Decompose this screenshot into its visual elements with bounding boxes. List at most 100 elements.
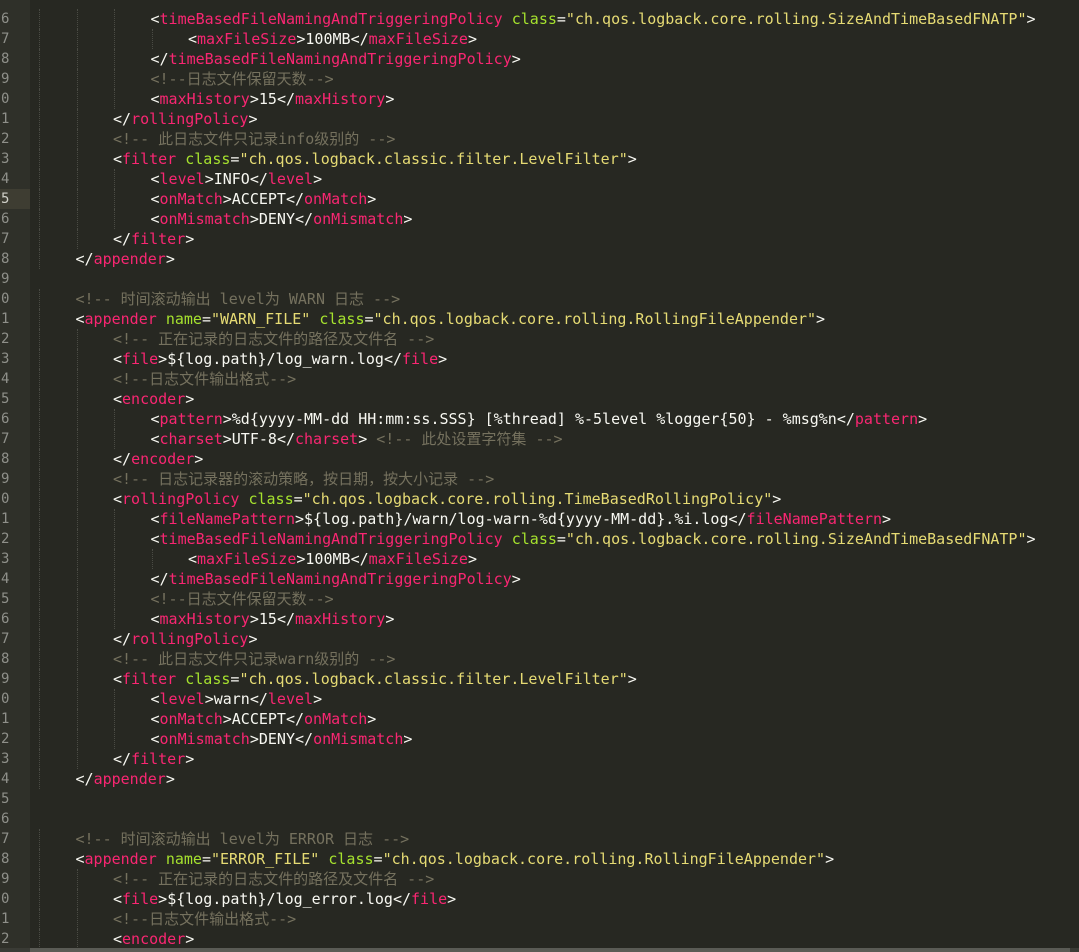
code-line[interactable]: <rollingPolicy class="ch.qos.logback.cor…	[38, 489, 1079, 509]
code-line[interactable]: <fileNamePattern>${log.path}/warn/log-wa…	[38, 509, 1079, 529]
line-number: 1	[1, 711, 10, 727]
token-br: <	[150, 190, 160, 208]
token-tag: onMismatch	[159, 730, 250, 748]
code-line[interactable]: <maxHistory>15</maxHistory>	[38, 609, 1079, 629]
indent-guide	[114, 509, 115, 529]
indent-guide	[76, 929, 78, 949]
indent-guide	[76, 229, 78, 249]
line-number: 8	[1, 451, 10, 467]
code-line[interactable]: </rollingPolicy>	[38, 629, 1079, 649]
line-number: 3	[1, 351, 10, 367]
token-com: <!-- 时间滚动输出 level为 ERROR 日志 -->	[75, 830, 410, 848]
code-line[interactable]: <timeBasedFileNamingAndTriggeringPolicy …	[38, 9, 1079, 29]
code-line[interactable]: <!--日志文件保留天数-->	[38, 589, 1079, 609]
token-br: >	[204, 170, 214, 188]
code-line[interactable]: <!-- 此日志文件只记录warn级别的 -->	[38, 649, 1079, 669]
token-tag: filter	[131, 750, 186, 768]
code-line[interactable]: <file>${log.path}/log_error.log</file>	[38, 889, 1079, 909]
code-line[interactable]: <charset>UTF-8</charset> <!-- 此处设置字符集 --…	[38, 429, 1079, 449]
code-line[interactable]: <level>INFO</level>	[38, 169, 1079, 189]
horizontal-scrollbar[interactable]	[0, 948, 1079, 952]
code-line[interactable]: <onMatch>ACCEPT</onMatch>	[38, 189, 1079, 209]
scrollbar-thumb[interactable]	[30, 948, 1070, 952]
indent-guide	[76, 869, 78, 889]
code-line[interactable]: <appender name="WARN_FILE" class="ch.qos…	[38, 309, 1079, 329]
token-br: >	[185, 230, 195, 248]
code-line[interactable]: <!--日志文件输出格式-->	[38, 909, 1079, 929]
code-line[interactable]: </timeBasedFileNamingAndTriggeringPolicy…	[38, 569, 1079, 589]
indent-guide	[76, 549, 78, 569]
code-line[interactable]: </timeBasedFileNamingAndTriggeringPolicy…	[38, 49, 1079, 69]
token-br: >	[249, 210, 259, 228]
code-line[interactable]: <onMatch>ACCEPT</onMatch>	[38, 709, 1079, 729]
code-line[interactable]: <!-- 此日志文件只记录info级别的 -->	[38, 129, 1079, 149]
token-br: >	[222, 710, 232, 728]
code-line[interactable]: <!-- 日志记录器的滚动策略，按日期，按大小记录 -->	[38, 469, 1079, 489]
code-line[interactable]: <maxFileSize>100MB</maxFileSize>	[38, 549, 1079, 569]
code-line[interactable]	[38, 269, 1079, 289]
code-line[interactable]: </appender>	[38, 769, 1079, 789]
code-line[interactable]: <file>${log.path}/log_warn.log</file>	[38, 349, 1079, 369]
code-line-content: <rollingPolicy class="ch.qos.logback.cor…	[113, 489, 781, 509]
code-line[interactable]: <onMismatch>DENY</onMismatch>	[38, 729, 1079, 749]
code-line[interactable]: <maxFileSize>100MB</maxFileSize>	[38, 29, 1079, 49]
token-br: =	[556, 530, 566, 548]
indent-guide	[39, 89, 40, 109]
code-line[interactable]: <onMismatch>DENY</onMismatch>	[38, 209, 1079, 229]
code-line[interactable]: <filter class="ch.qos.logback.classic.fi…	[38, 669, 1079, 689]
code-line[interactable]: </appender>	[38, 249, 1079, 269]
code-line[interactable]	[38, 809, 1079, 829]
code-line[interactable]: <!--日志文件保留天数-->	[38, 69, 1079, 89]
code-line[interactable]: <encoder>	[38, 389, 1079, 409]
code-line[interactable]: <!-- 时间滚动输出 level为 WARN 日志 -->	[38, 289, 1079, 309]
code-line[interactable]: </rollingPolicy>	[38, 109, 1079, 129]
token-br: >	[385, 610, 395, 628]
code-line[interactable]: <!--日志文件输出格式-->	[38, 369, 1079, 389]
token-br: </	[392, 890, 412, 908]
code-line[interactable]: <level>warn</level>	[38, 689, 1079, 709]
code-line[interactable]: <!-- 正在记录的日志文件的路径及文件名 -->	[38, 329, 1079, 349]
token-str: "ch.qos.logback.core.rolling.RollingFile…	[373, 310, 817, 328]
indent-guide	[39, 369, 40, 389]
token-tag: onMatch	[159, 710, 223, 728]
token-br: >	[918, 410, 928, 428]
token-attr: class	[328, 850, 374, 868]
token-br: <	[150, 710, 160, 728]
indent-guide	[39, 829, 40, 849]
indent-guide	[76, 49, 78, 69]
token-br: <	[150, 10, 160, 28]
code-editor[interactable]: 6 7 8 9 0 1 2 3 4 5 6 7 8 9 0 1 2 3 4 5 6 7 8 9 0 1 2 3 4 5 6 7 8 9 0 1 2 3 4 5…	[0, 0, 1079, 952]
code-line-content: <onMatch>ACCEPT</onMatch>	[151, 709, 377, 729]
token-tag: maxFileSize	[197, 30, 297, 48]
code-line[interactable]: <appender name="ERROR_FILE" class="ch.qo…	[38, 849, 1079, 869]
code-line[interactable]: <pattern>%d{yyyy-MM-dd HH:mm:ss.SSS} [%t…	[38, 409, 1079, 429]
indent-guide	[114, 429, 115, 449]
indent-guide	[114, 549, 115, 569]
code-line[interactable]: </encoder>	[38, 449, 1079, 469]
code-line[interactable]: <filter class="ch.qos.logback.classic.fi…	[38, 149, 1079, 169]
code-line[interactable]: <!-- 时间滚动输出 level为 ERROR 日志 -->	[38, 829, 1079, 849]
code-line-content: <!--日志文件输出格式-->	[113, 909, 296, 929]
code-area[interactable]: <timeBasedFileNamingAndTriggeringPolicy …	[38, 0, 1079, 952]
code-line[interactable]: <timeBasedFileNamingAndTriggeringPolicy …	[38, 529, 1079, 549]
line-number: 6	[1, 411, 10, 427]
token-br: </	[728, 510, 747, 528]
code-line[interactable]: <encoder>	[38, 929, 1079, 949]
token-tag: charset	[295, 430, 359, 448]
code-line[interactable]	[38, 789, 1079, 809]
indent-guide	[114, 569, 115, 589]
code-line[interactable]: <maxHistory>15</maxHistory>	[38, 89, 1079, 109]
indent-guide	[39, 289, 40, 309]
indent-guide	[39, 9, 40, 29]
indent-guide	[39, 569, 40, 589]
code-line[interactable]: </filter>	[38, 229, 1079, 249]
token-br: </	[150, 50, 169, 68]
code-line[interactable]: </filter>	[38, 749, 1079, 769]
token-br: </	[75, 250, 94, 268]
token-br: <	[75, 310, 85, 328]
line-number: 8	[1, 251, 10, 267]
code-line[interactable]: <!-- 正在记录的日志文件的路径及文件名 -->	[38, 869, 1079, 889]
indent-guide	[76, 429, 78, 449]
